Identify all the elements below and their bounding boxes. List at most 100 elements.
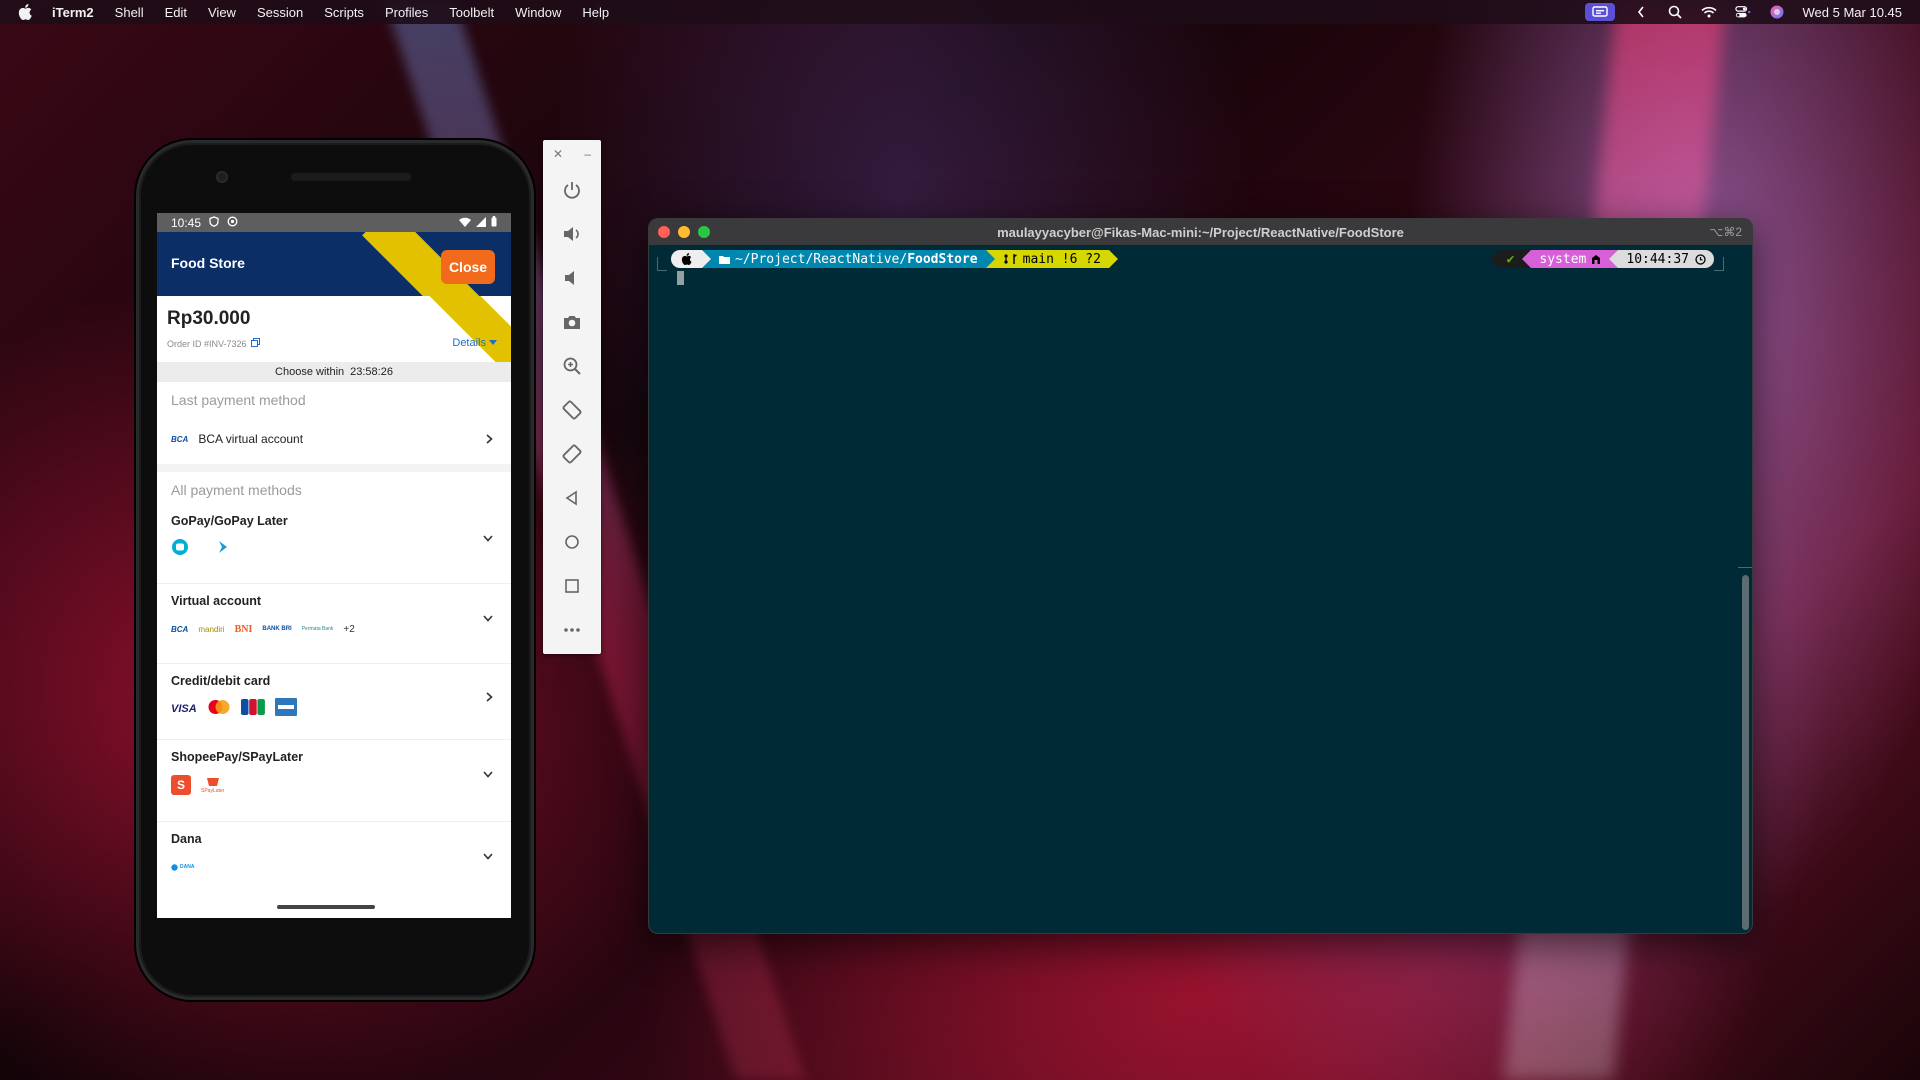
apple-icon (681, 253, 692, 265)
scroll-marker (1738, 567, 1752, 568)
prompt-left: ~/Project/ReactNative/FoodStore main !6 … (671, 250, 1118, 268)
countdown-label: Choose within (275, 366, 345, 378)
countdown-value: 23:58:26 (350, 366, 393, 378)
menu-view[interactable]: View (208, 5, 236, 20)
menu-edit[interactable]: Edit (165, 5, 187, 20)
emulator-toolbar-header: ✕ – (543, 140, 601, 168)
camera-icon (564, 316, 580, 329)
last-payment-method-row[interactable]: BCA BCA virtual account (157, 414, 511, 464)
menu-app-name[interactable]: iTerm2 (52, 5, 94, 20)
order-id: Order ID #INV-7326 (167, 338, 260, 349)
segment-separator (702, 250, 711, 268)
bca-logo: BCA (171, 434, 189, 444)
payment-group-dana[interactable]: Dana DANA (157, 822, 511, 902)
menu-profiles[interactable]: Profiles (385, 5, 428, 20)
gesture-nav-pill[interactable] (277, 905, 375, 909)
prompt-right: ✔ system 10:44:37 (1489, 250, 1714, 268)
search-icon[interactable] (1667, 4, 1683, 20)
iterm-window: maulayyacyber@Fikas-Mac-mini:~/Project/R… (648, 218, 1753, 934)
screenshot-button[interactable] (543, 300, 601, 344)
git-segment: main !6 ?2 (994, 250, 1109, 268)
segment-separator (985, 250, 995, 268)
payment-group-title: Virtual account (171, 594, 262, 608)
shopeepay-logo: S (171, 775, 191, 795)
apple-menu-icon[interactable] (18, 4, 38, 20)
payment-group-shopeepay[interactable]: ShopeePay/SPayLater S SPayLater (157, 740, 511, 822)
minimize-window-button[interactable] (678, 226, 690, 238)
menu-shell[interactable]: Shell (115, 5, 144, 20)
payment-amount: Rp30.000 (167, 308, 251, 329)
volume-down-icon (565, 271, 574, 285)
menu-bar: iTerm2 Shell Edit View Session Scripts P… (0, 0, 1920, 24)
overview-button[interactable] (543, 564, 601, 608)
env-segment: system (1531, 250, 1610, 268)
back-triangle-icon (565, 490, 577, 506)
menu-session[interactable]: Session (257, 5, 303, 20)
terminal-session[interactable]: ~/Project/ReactNative/FoodStore main !6 … (649, 245, 1752, 933)
zoom-button[interactable] (543, 344, 601, 388)
payment-group-title: GoPay/GoPay Later (171, 514, 288, 528)
git-status: main !6 ?2 (1022, 251, 1101, 267)
payment-logos: BCA mandiri BNI BANK BRI Permata Bank +2 (171, 618, 497, 640)
rotate-right-button[interactable] (543, 432, 601, 476)
bni-logo: BNI (234, 623, 253, 635)
minimize-icon[interactable]: – (584, 147, 591, 161)
power-button[interactable] (543, 168, 601, 212)
node-icon (1592, 255, 1601, 264)
rotate-right-icon (562, 444, 582, 464)
spaylater-logo: SPayLater (201, 776, 224, 794)
terminal-scrollbar[interactable] (1742, 575, 1749, 930)
spaylater-logo-text: SPayLater (201, 788, 225, 794)
details-toggle[interactable]: Details (452, 337, 497, 349)
payment-group-title: ShopeePay/SPayLater (171, 750, 304, 764)
close-button[interactable]: Close (441, 250, 495, 284)
directory-path: ~/Project/ReactNative/ (735, 251, 908, 267)
more-button[interactable] (543, 608, 601, 652)
prompt-frame-left (657, 257, 667, 271)
front-camera (216, 171, 228, 183)
menu-scripts[interactable]: Scripts (324, 5, 364, 20)
chevron-down-icon (483, 610, 493, 625)
power-icon (564, 182, 580, 199)
close-icon[interactable]: ✕ (553, 147, 563, 161)
payment-group-card[interactable]: Credit/debit card VISA (157, 664, 511, 740)
payment-group-gopay[interactable]: GoPay/GoPay Later (157, 504, 511, 584)
chevron-left-icon[interactable] (1633, 4, 1649, 20)
mastercard-logo-icon (207, 699, 231, 720)
rotate-left-button[interactable] (543, 388, 601, 432)
volume-down-button[interactable] (543, 256, 601, 300)
exit-status-ok: ✔ (1498, 250, 1523, 268)
back-button[interactable] (543, 476, 601, 520)
screen-share-icon[interactable] (1584, 3, 1615, 21)
dana-logo-text: DANA (180, 864, 195, 870)
segment-separator (1609, 250, 1619, 268)
directory-current: FoodStore (907, 251, 978, 267)
status-time: 10:45 (171, 215, 202, 230)
prompt-frame-right (1714, 257, 1724, 271)
window-controls (658, 226, 710, 238)
control-center-icon[interactable] (1734, 4, 1751, 20)
prompt-time: 10:44:37 (1626, 251, 1689, 267)
env-name: system (1539, 251, 1587, 267)
visa-logo: VISA (171, 703, 197, 715)
zoom-window-button[interactable] (698, 226, 710, 238)
close-window-button[interactable] (658, 226, 670, 238)
emulator-toolbar: ✕ – (543, 140, 601, 654)
payment-group-virtual-account[interactable]: Virtual account BCA mandiri BNI BANK BRI… (157, 584, 511, 664)
shield-icon (209, 215, 219, 230)
earpiece-speaker (291, 173, 411, 181)
home-button[interactable] (543, 520, 601, 564)
siri-icon[interactable] (1769, 4, 1785, 20)
phone-screen: 10:45 Food Store Close Rp30.000 Order ID… (157, 213, 511, 918)
volume-up-button[interactable] (543, 212, 601, 256)
wifi-icon[interactable] (1700, 4, 1717, 20)
header-stripe (405, 296, 511, 362)
terminal-cursor (677, 271, 684, 285)
menubar-clock[interactable]: Wed 5 Mar 10.45 (1803, 5, 1902, 20)
wifi-icon (459, 216, 471, 230)
menu-help[interactable]: Help (582, 5, 609, 20)
copy-icon[interactable] (250, 338, 260, 349)
menu-window[interactable]: Window (515, 5, 561, 20)
menu-toolbelt[interactable]: Toolbelt (449, 5, 494, 20)
home-circle-icon (565, 535, 579, 549)
